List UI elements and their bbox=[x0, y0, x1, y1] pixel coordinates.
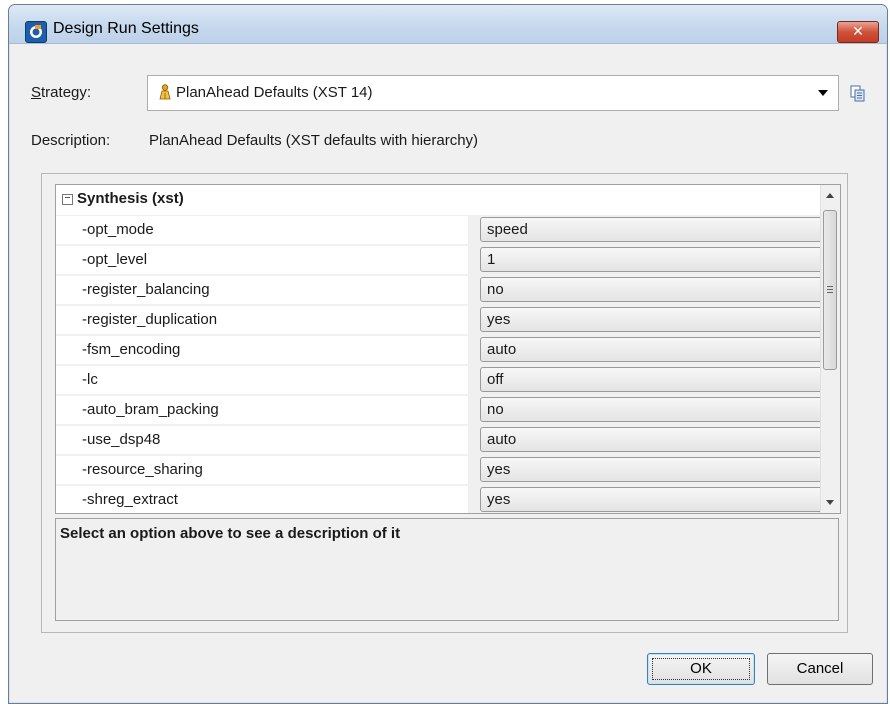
group-row-synthesis[interactable]: − Synthesis (xst) bbox=[56, 185, 826, 215]
app-icon bbox=[25, 21, 47, 43]
description-value: PlanAhead Defaults (XST defaults with hi… bbox=[149, 132, 479, 149]
group-label: Synthesis (xst) bbox=[77, 190, 184, 207]
description-label: Description: bbox=[31, 132, 111, 149]
option-value-field[interactable]: 1 bbox=[480, 247, 840, 272]
option-value-field[interactable]: no bbox=[480, 277, 840, 302]
strategy-person-icon bbox=[159, 84, 171, 100]
strategy-label: Strategy: bbox=[31, 84, 91, 101]
option-value-field[interactable]: auto bbox=[480, 427, 840, 452]
option-name: -auto_bram_packing bbox=[56, 396, 468, 424]
settings-panel: − Synthesis (xst) -opt_mode speed -opt_l… bbox=[41, 173, 848, 633]
option-value-field[interactable]: speed bbox=[480, 217, 840, 242]
scroll-down-arrow-icon[interactable] bbox=[826, 500, 834, 505]
option-value-field[interactable]: no bbox=[480, 397, 840, 422]
option-value-field[interactable]: yes bbox=[480, 487, 840, 512]
option-value-field[interactable]: yes bbox=[480, 457, 840, 482]
option-name: -opt_level bbox=[56, 246, 468, 274]
option-row[interactable]: -fsm_encoding auto bbox=[56, 335, 840, 365]
strategy-value: PlanAhead Defaults (XST 14) bbox=[176, 84, 373, 101]
dropdown-arrow-icon[interactable] bbox=[818, 90, 828, 96]
ok-button[interactable]: OK bbox=[647, 653, 755, 685]
option-value-field[interactable]: off bbox=[480, 367, 840, 392]
option-value-field[interactable]: yes bbox=[480, 307, 840, 332]
option-row[interactable]: -auto_bram_packing no bbox=[56, 395, 840, 425]
option-name: -fsm_encoding bbox=[56, 336, 468, 364]
close-button[interactable]: ✕ bbox=[837, 21, 879, 43]
option-row[interactable]: -register_duplication yes bbox=[56, 305, 840, 335]
option-row[interactable]: -opt_level 1 bbox=[56, 245, 840, 275]
option-row[interactable]: -shreg_extract yes bbox=[56, 485, 840, 513]
cancel-button[interactable]: Cancel bbox=[767, 653, 873, 685]
thumb-grip bbox=[827, 286, 833, 287]
scroll-up-arrow-icon[interactable] bbox=[826, 193, 834, 198]
option-name: -register_duplication bbox=[56, 306, 468, 334]
option-row[interactable]: -lc off bbox=[56, 365, 840, 395]
option-row[interactable]: -register_balancing no bbox=[56, 275, 840, 305]
scroll-thumb[interactable] bbox=[823, 210, 837, 370]
dialog-window: Design Run Settings ✕ Strategy: PlanAhea… bbox=[8, 4, 888, 704]
option-row[interactable]: -opt_mode speed bbox=[56, 215, 840, 245]
option-name: -shreg_extract bbox=[56, 486, 468, 513]
option-row[interactable]: -use_dsp48 auto bbox=[56, 425, 840, 455]
option-name: -lc bbox=[56, 366, 468, 394]
help-text: Select an option above to see a descript… bbox=[60, 525, 401, 542]
strategy-label-accel: S bbox=[31, 84, 42, 101]
window-title: Design Run Settings bbox=[53, 20, 199, 37]
vertical-scrollbar[interactable] bbox=[820, 185, 840, 513]
strategy-dropdown[interactable]: PlanAhead Defaults (XST 14) bbox=[147, 75, 839, 111]
focus-ring bbox=[652, 658, 750, 680]
option-row[interactable]: -resource_sharing yes bbox=[56, 455, 840, 485]
thumb-grip bbox=[827, 292, 833, 293]
option-help-area: Select an option above to see a descript… bbox=[55, 518, 839, 621]
thumb-grip bbox=[827, 289, 833, 290]
option-name: -register_balancing bbox=[56, 276, 468, 304]
option-name: -resource_sharing bbox=[56, 456, 468, 484]
copy-strategy-icon[interactable] bbox=[850, 85, 866, 103]
options-tree: − Synthesis (xst) -opt_mode speed -opt_l… bbox=[55, 184, 841, 514]
option-name: -opt_mode bbox=[56, 216, 468, 244]
option-value-field[interactable]: auto bbox=[480, 337, 840, 362]
collapse-icon[interactable]: − bbox=[62, 194, 73, 205]
option-name: -use_dsp48 bbox=[56, 426, 468, 454]
cancel-label: Cancel bbox=[796, 660, 844, 677]
strategy-label-rest: trategy: bbox=[41, 84, 92, 101]
title-bar[interactable]: Design Run Settings ✕ bbox=[9, 5, 887, 44]
